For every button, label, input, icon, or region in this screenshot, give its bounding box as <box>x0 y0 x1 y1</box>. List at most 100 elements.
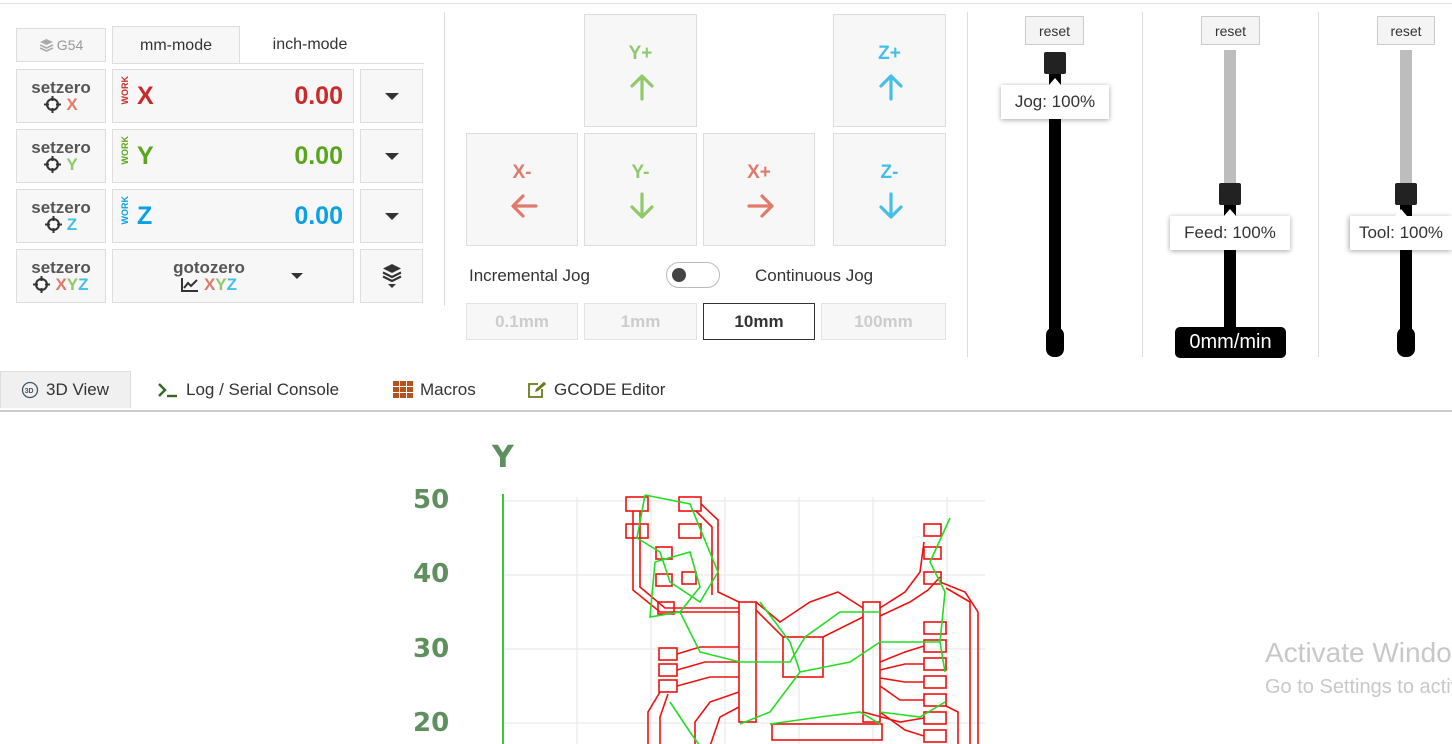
feed-override-tooltip: Feed: 100% <box>1170 209 1290 250</box>
tab-3d-view[interactable]: 3D 3D View <box>0 371 131 408</box>
tab-log-serial-console[interactable]: Log / Serial Console <box>157 371 339 408</box>
goto-x: X <box>203 274 216 294</box>
layers-icon <box>382 264 401 288</box>
step-10mm-label: 10mm <box>734 311 784 331</box>
tab-3d-view-label: 3D View <box>46 380 109 399</box>
toolpath-moves <box>636 494 951 744</box>
step-1mm-button[interactable]: 1mm <box>584 303 697 340</box>
jog-override-thumb[interactable] <box>1044 52 1066 74</box>
setzero-y-button[interactable]: setzero Y <box>16 129 106 183</box>
3d-view-icon: 3D <box>21 381 39 399</box>
continuous-jog-label: Continuous Jog <box>755 266 874 285</box>
chart-line-icon <box>180 278 198 292</box>
grid-icon <box>393 380 413 398</box>
dro-y-menu-button[interactable] <box>360 129 423 183</box>
arrow-up-icon <box>630 74 654 101</box>
setzero-z-axis: Z <box>66 214 78 234</box>
step-1mm-label: 1mm <box>620 311 661 331</box>
tool-override-thumb[interactable] <box>1395 183 1417 205</box>
layers-icon <box>39 39 54 52</box>
setzero-x-axis: X <box>66 94 78 114</box>
separator-1 <box>444 12 445 306</box>
dro-y-axis: Y <box>137 142 154 170</box>
arrow-left-icon <box>511 194 538 218</box>
wcs-label: G54 <box>56 37 84 53</box>
dro-z: WORK Z 0.00 <box>112 189 354 243</box>
feed-reset-label: reset <box>1214 22 1247 39</box>
jog-yplus-button[interactable]: Y+ <box>584 14 697 127</box>
caret-down-icon <box>384 152 399 160</box>
tab-log-label: Log / Serial Console <box>186 379 340 399</box>
tab-macros-label: Macros <box>420 379 476 399</box>
feed-tooltip-text: Feed: 100% <box>1184 223 1276 242</box>
caret-down-icon <box>384 92 399 100</box>
jog-xminus-button[interactable]: X- <box>466 133 578 246</box>
inch-mode-label: inch-mode <box>272 36 348 53</box>
mm-mode-label: mm-mode <box>139 36 212 54</box>
jog-mode-toggle[interactable] <box>666 262 720 288</box>
tool-override-tooltip: Tool: 100% <box>1350 209 1452 250</box>
jog-yminus-label: Y- <box>631 162 650 183</box>
dro-x-menu-button[interactable] <box>360 69 423 123</box>
tool-override-reset-button[interactable]: reset <box>1377 16 1435 45</box>
separator-4 <box>1318 12 1319 357</box>
svg-text:3D: 3D <box>25 388 34 395</box>
activate-windows-title: Activate Windows <box>1265 637 1452 668</box>
jog-zplus-button[interactable]: Z+ <box>833 14 946 127</box>
jog-slider-endcap <box>1046 327 1064 357</box>
xyz-z: Z <box>78 274 89 294</box>
feed-override-reset-button[interactable]: reset <box>1201 16 1260 45</box>
gotozero-label: gotozero <box>173 257 245 277</box>
caret-down-icon <box>290 273 303 279</box>
work-label-z: WORK <box>120 196 130 225</box>
dro-z-value: 0.00 <box>294 202 343 230</box>
wcs-button[interactable]: G54 <box>16 28 106 62</box>
gotozero-button[interactable]: gotozero XYZ <box>112 249 354 303</box>
jog-tooltip-text: Jog: 100% <box>1014 92 1096 111</box>
arrow-right-icon <box>747 194 774 218</box>
step-0-1mm-button[interactable]: 0.1mm <box>466 303 578 340</box>
tab-inch-mode[interactable]: inch-mode <box>240 26 380 64</box>
crosshair-icon <box>44 96 62 113</box>
jog-xplus-label: X+ <box>747 162 771 183</box>
terminal-icon <box>158 382 177 397</box>
pcb-traces <box>625 496 979 744</box>
separator-3 <box>1142 12 1143 357</box>
setzero-x-label: setzero <box>31 77 91 97</box>
feed-override-thumb[interactable] <box>1219 183 1241 205</box>
goto-z: Z <box>226 274 238 294</box>
dro-y-value: 0.00 <box>294 142 343 170</box>
setzero-xyz-button[interactable]: setzero XYZ <box>16 249 106 303</box>
step-100mm-button[interactable]: 100mm <box>821 303 946 340</box>
jog-override-tooltip: Jog: 100% <box>1001 78 1109 119</box>
arrow-down-icon <box>630 192 654 219</box>
setzero-y-axis: Y <box>66 154 78 174</box>
setzero-x-button[interactable]: setzero X <box>16 69 106 123</box>
top-divider <box>0 3 1452 4</box>
work-label-y: WORK <box>120 136 130 165</box>
jog-yminus-button[interactable]: Y- <box>584 133 697 246</box>
feed-rate-text: 0mm/min <box>1189 331 1272 353</box>
dro-x-value: 0.00 <box>294 82 343 110</box>
toolpath-preview <box>502 494 985 744</box>
jog-xplus-button[interactable]: X+ <box>703 133 815 246</box>
grid-lines <box>503 497 985 744</box>
crosshair-icon <box>44 156 62 173</box>
setzero-z-button[interactable]: setzero Z <box>16 189 106 243</box>
tab-mm-mode[interactable]: mm-mode <box>112 26 240 64</box>
xyz-x: X <box>55 274 67 294</box>
dro-z-menu-button[interactable] <box>360 189 423 243</box>
step-100mm-label: 100mm <box>854 311 913 331</box>
jog-override-reset-button[interactable]: reset <box>1025 16 1084 45</box>
3d-viewer-canvas[interactable]: Y 50 40 30 20 <box>0 410 1452 744</box>
jog-zminus-button[interactable]: Z- <box>833 133 946 246</box>
feed-override-track-upper <box>1224 50 1236 196</box>
tab-gcode-editor[interactable]: GCODE Editor <box>527 371 665 408</box>
tool-tooltip-text: Tool: 100% <box>1358 223 1444 242</box>
step-10mm-button[interactable]: 10mm <box>703 303 815 340</box>
tab-macros[interactable]: Macros <box>393 371 476 408</box>
wcs-layers-button[interactable] <box>360 249 423 303</box>
tool-override-track-upper <box>1400 50 1412 196</box>
arrow-down-icon <box>879 192 903 219</box>
work-label-x: WORK <box>120 76 130 105</box>
